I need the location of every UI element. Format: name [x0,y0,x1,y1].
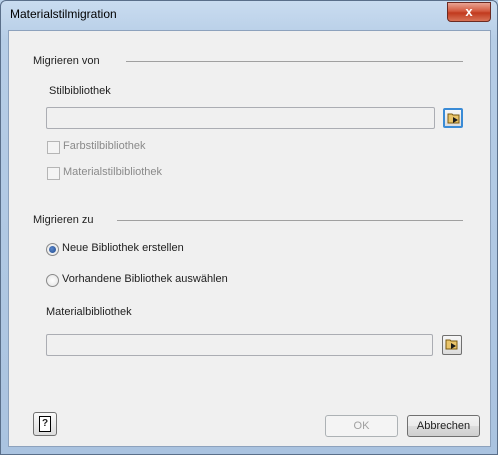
section-from-heading: Migrieren von [33,55,100,67]
dialog-client-area: Migrieren von Stilbibliothek Farbstilbib… [8,30,491,447]
new-library-label[interactable]: Neue Bibliothek erstellen [62,242,184,254]
section-to-heading: Migrieren zu [33,214,94,226]
folder-arrow-icon [447,113,460,124]
color-style-library-checkbox[interactable] [47,141,60,154]
color-style-library-label: Farbstilbibliothek [63,140,146,152]
cancel-button[interactable]: Abbrechen [407,415,480,437]
material-library-browse-button[interactable] [442,335,462,355]
existing-library-radio[interactable] [46,274,59,287]
window-title: Materialstilmigration [10,7,117,21]
style-library-browse-button[interactable] [443,108,463,128]
material-style-library-checkbox[interactable] [47,167,60,180]
ok-button[interactable]: OK [325,415,398,437]
style-library-field[interactable] [46,107,435,129]
material-library-field[interactable] [46,334,433,356]
dialog-window: Materialstilmigration x Migrieren von St… [0,0,498,455]
close-icon: x [465,4,473,19]
close-button[interactable]: x [447,2,491,22]
material-library-label: Materialbibliothek [46,306,132,318]
existing-library-label[interactable]: Vorhandene Bibliothek auswählen [62,273,228,285]
radio-selected-dot [49,246,56,253]
section-from-divider [126,61,463,62]
help-button[interactable]: ? [33,412,57,436]
section-to-divider [117,220,463,221]
style-library-label: Stilbibliothek [49,85,111,97]
help-icon: ? [39,416,51,432]
folder-arrow-icon [445,339,458,350]
material-style-library-label: Materialstilbibliothek [63,166,163,178]
new-library-radio[interactable] [46,243,59,256]
